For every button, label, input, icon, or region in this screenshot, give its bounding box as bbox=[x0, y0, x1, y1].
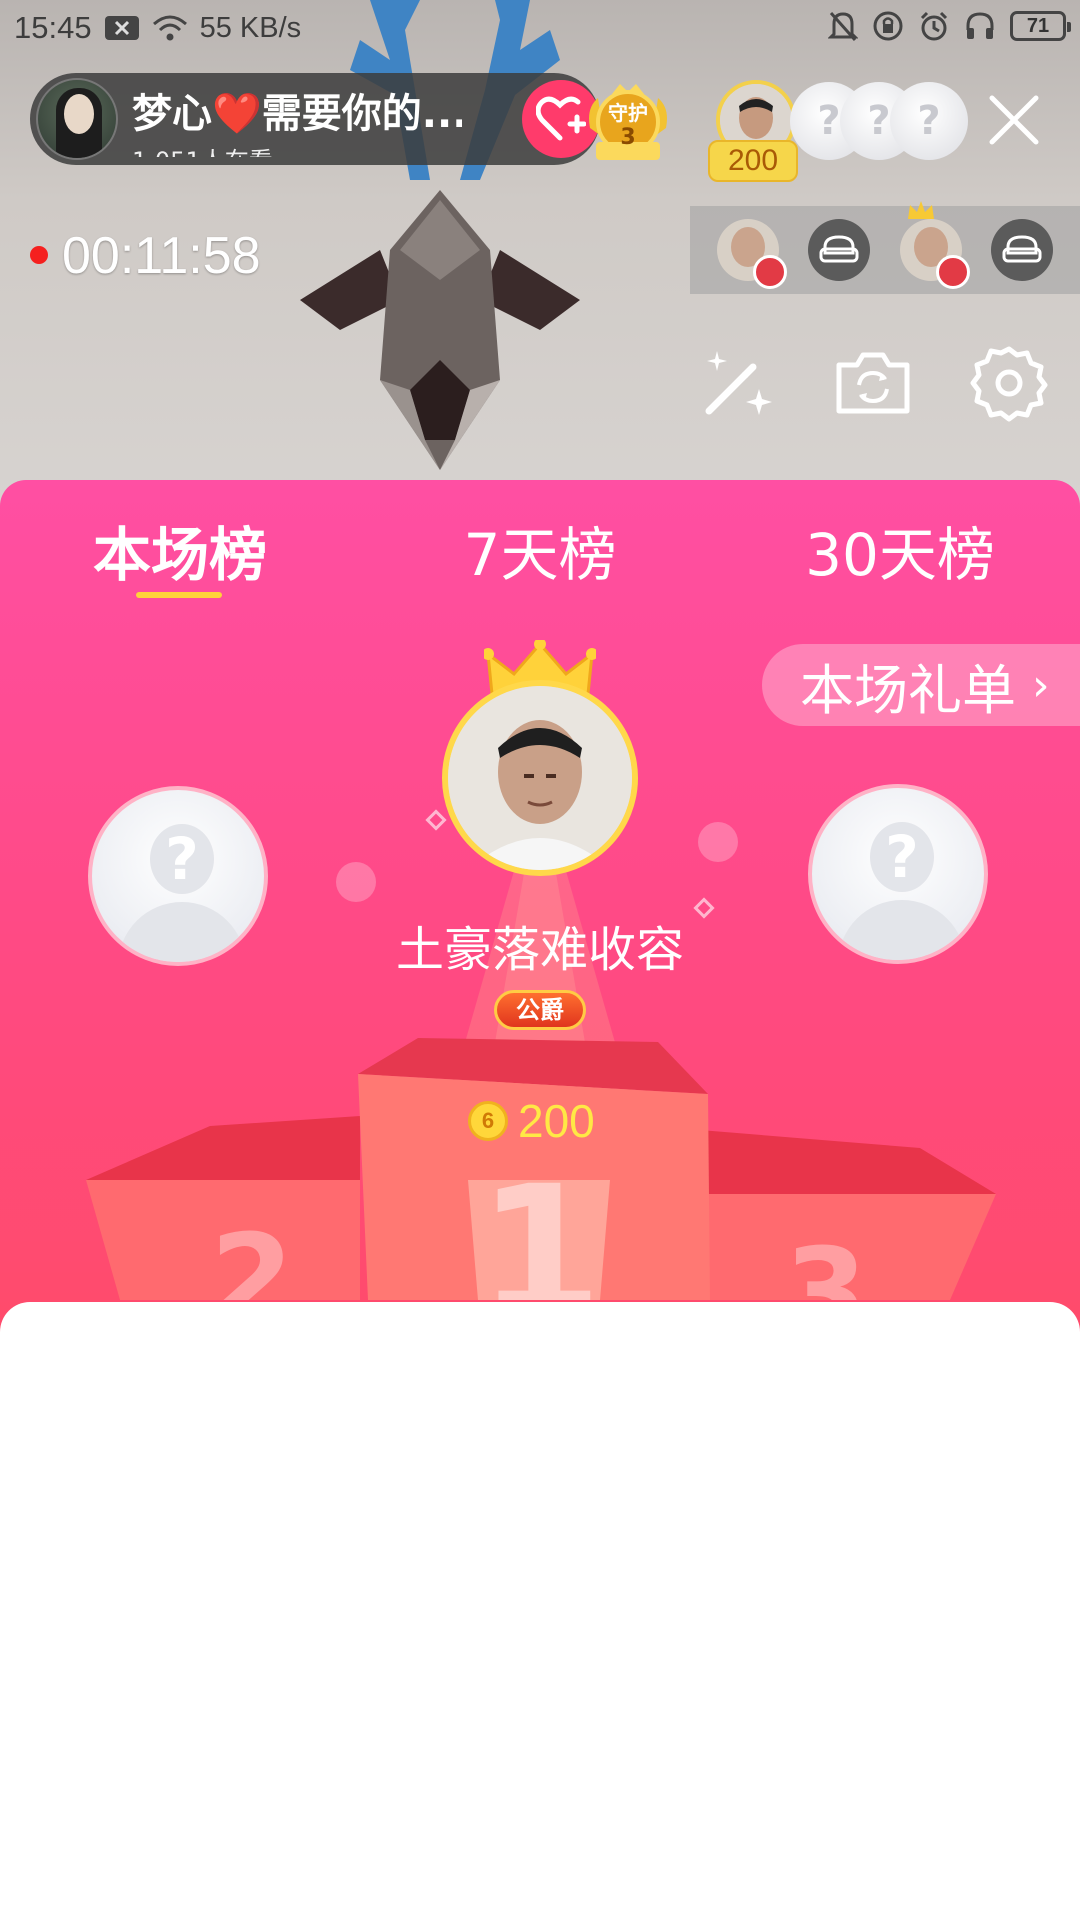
gift-list-button[interactable]: 本场礼单 › bbox=[762, 644, 1080, 726]
noble-title-badge: 公爵 bbox=[494, 990, 586, 1030]
beauty-wand-button[interactable] bbox=[694, 340, 780, 426]
tab-7-days[interactable]: 7天榜 bbox=[420, 508, 660, 592]
guard-count: 3 bbox=[620, 125, 635, 150]
host-viewer-count: 1,051人在看 bbox=[132, 141, 462, 157]
live-indicator-dot bbox=[30, 246, 48, 264]
deer-wall-decor bbox=[300, 0, 580, 470]
podium-number-1: 1 bbox=[477, 1148, 602, 1300]
mute-bell-icon bbox=[828, 10, 858, 42]
guest-seat-occupied[interactable] bbox=[716, 219, 787, 289]
live-timer: 00:11:58 bbox=[62, 227, 261, 285]
ranking-tabs: 本场榜 7天榜 30天榜 bbox=[0, 480, 1080, 600]
rank-1-name: 土豪落难收容 bbox=[395, 922, 684, 978]
rank-3-question-mark: ? bbox=[870, 822, 934, 892]
tab-30-days[interactable]: 30天榜 bbox=[780, 508, 1020, 592]
battery-indicator: 71 bbox=[1010, 11, 1071, 41]
magic-wand-icon bbox=[705, 351, 772, 415]
crown-icon bbox=[907, 201, 934, 219]
settings-button[interactable] bbox=[966, 340, 1052, 426]
heart-plus-icon bbox=[536, 96, 586, 141]
top-viewer-score: 200 bbox=[708, 140, 798, 182]
status-bar: 15:45 55 KB/s 71 bbox=[0, 0, 1080, 56]
tab-this-show[interactable]: 本场榜 bbox=[60, 508, 300, 592]
rank-1-score: 6 200 bbox=[468, 1094, 595, 1148]
close-button[interactable] bbox=[986, 92, 1042, 148]
gift-list-label: 本场礼单 bbox=[800, 658, 1016, 722]
flip-camera-button[interactable] bbox=[830, 340, 916, 426]
gear-icon bbox=[970, 346, 1048, 422]
coin-icon: 6 bbox=[468, 1101, 508, 1141]
rank-2-question-mark: ? bbox=[150, 824, 214, 894]
host-info-pill[interactable]: 梦心❤️需要你的... 1,051人在看 bbox=[30, 73, 600, 165]
guest-seat-occupied[interactable] bbox=[899, 201, 970, 289]
camera-flip-icon bbox=[836, 352, 910, 414]
guard-badge[interactable]: 守护 3 bbox=[582, 78, 674, 170]
rank-3-empty-avatar[interactable]: ? bbox=[808, 784, 988, 964]
host-name: 梦心❤️需要你的... bbox=[132, 91, 462, 137]
seat-sofa-badge-icon bbox=[935, 255, 970, 289]
sofa-icon bbox=[819, 235, 859, 263]
active-tab-underline bbox=[136, 592, 222, 598]
status-time: 15:45 bbox=[14, 10, 92, 45]
notification-x-icon bbox=[104, 15, 140, 41]
ranking-list-panel bbox=[0, 1302, 1080, 1920]
sofa-icon bbox=[1002, 235, 1042, 263]
headphones-icon bbox=[964, 10, 996, 42]
rotation-lock-icon bbox=[872, 10, 904, 42]
guest-seat-empty[interactable] bbox=[808, 219, 871, 281]
guest-seat-row bbox=[690, 201, 1080, 294]
podium-number-2: 2 bbox=[210, 1210, 294, 1300]
rank-1-score-value: 200 bbox=[518, 1095, 595, 1147]
network-speed: 55 KB/s bbox=[199, 11, 302, 44]
empty-viewer-slot[interactable]: ? bbox=[890, 82, 968, 160]
rank-2-empty-avatar[interactable]: ? bbox=[88, 786, 268, 966]
guest-seat-empty[interactable] bbox=[991, 219, 1054, 281]
podium-number-3: 3 bbox=[784, 1224, 868, 1300]
guard-label: 守护 bbox=[608, 101, 648, 125]
seat-sofa-badge-icon bbox=[752, 255, 787, 289]
alarm-icon bbox=[918, 10, 950, 42]
wifi-icon bbox=[152, 14, 188, 42]
host-avatar[interactable] bbox=[36, 78, 118, 160]
chevron-right-icon: › bbox=[1032, 659, 1050, 711]
close-icon bbox=[989, 95, 1039, 145]
rank-1-avatar[interactable] bbox=[442, 680, 638, 876]
